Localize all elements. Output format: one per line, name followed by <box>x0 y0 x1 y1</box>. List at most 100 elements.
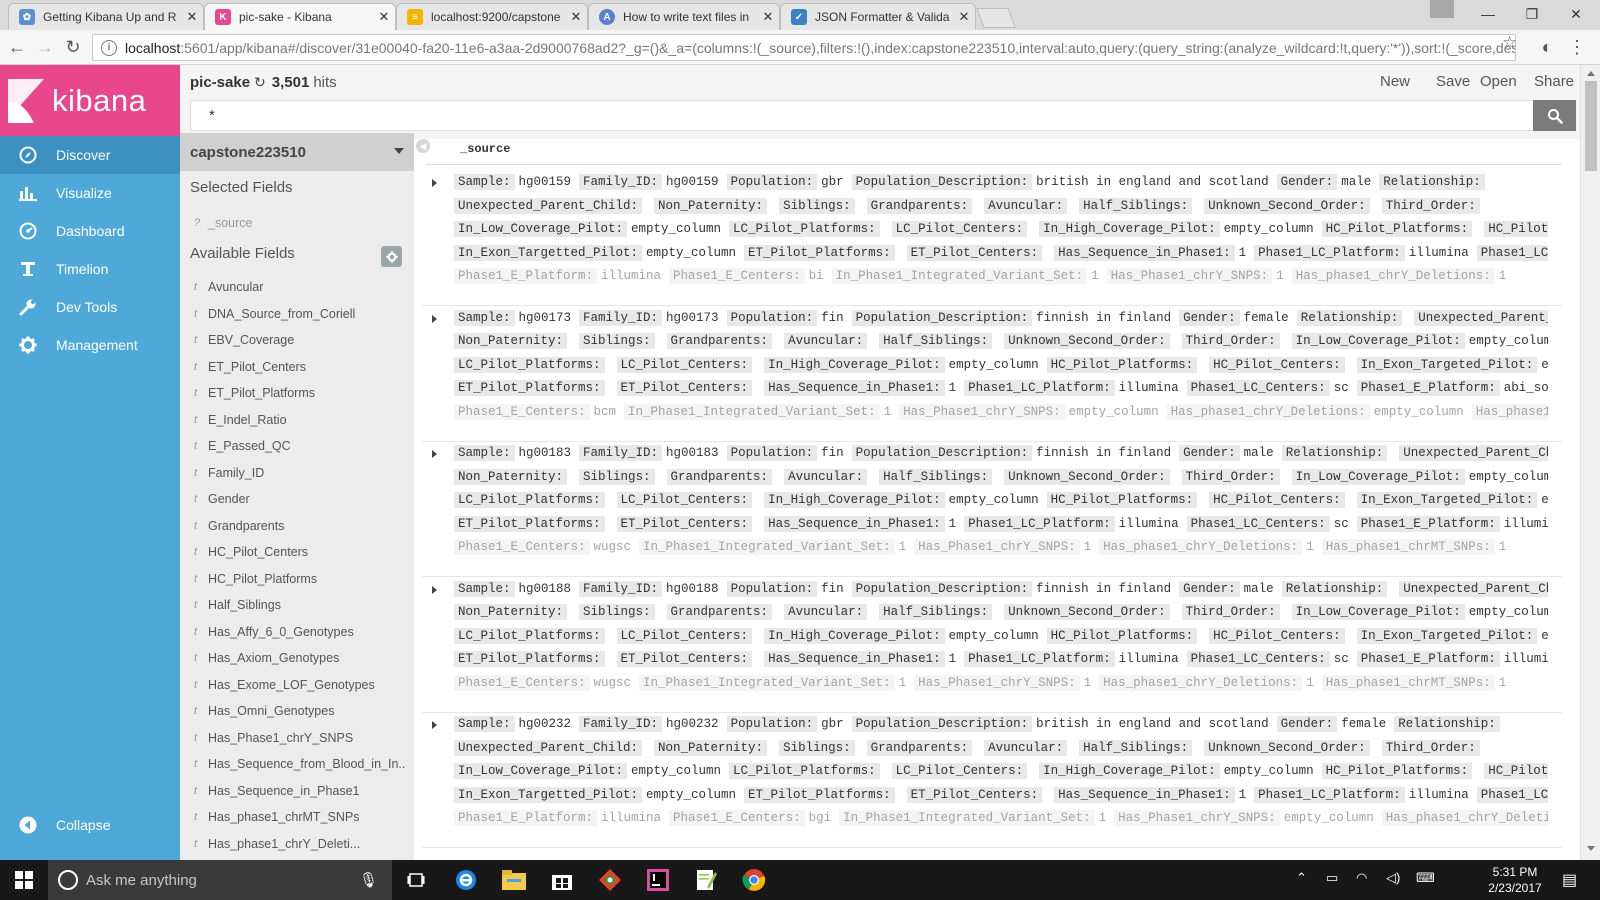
new-button[interactable]: New <box>1380 73 1410 90</box>
save-button[interactable]: Save <box>1436 73 1470 90</box>
field-key: Grandparents: <box>666 604 773 620</box>
browser-tab-json-formatter[interactable]: ✓ JSON Formatter & Valida ✕ <box>780 3 976 30</box>
menu-icon[interactable]: ⋮ <box>1566 36 1588 58</box>
extension-icon[interactable]: ◐ <box>1536 36 1558 58</box>
chrome-icon[interactable] <box>734 864 774 896</box>
field-item[interactable]: t Has_Omni_Genotypes <box>194 698 406 724</box>
field-settings-button[interactable] <box>381 246 402 267</box>
field-key: HC_Pilot_Centers: <box>1209 356 1345 373</box>
chevron-down-icon[interactable] <box>394 148 404 154</box>
field-item[interactable]: t Has_Sequence_in_Phase1 <box>194 778 406 804</box>
expand-row-icon[interactable] <box>432 314 437 323</box>
profile-icon[interactable] <box>1430 0 1454 18</box>
field-item[interactable]: t Family_ID <box>194 460 406 486</box>
field-item[interactable]: t E_Indel_Ratio <box>194 407 406 433</box>
field-item[interactable]: t Has_Phase1_chrY_SNPS <box>194 725 406 751</box>
nav-dashboard[interactable]: Dashboard <box>0 212 180 250</box>
expand-row-icon[interactable] <box>432 721 437 729</box>
microphone-icon[interactable]: 🎙 <box>359 871 378 889</box>
browser-tab-kibana[interactable]: K pic-sake - Kibana ✕ <box>204 3 396 30</box>
intellij-icon[interactable] <box>638 864 678 896</box>
edge-icon[interactable] <box>446 864 486 896</box>
keyboard-icon[interactable]: ⌨ <box>1416 870 1435 886</box>
open-button[interactable]: Open <box>1480 73 1517 90</box>
back-icon[interactable]: ← <box>6 36 28 58</box>
close-window-icon[interactable]: ✕ <box>1554 0 1598 28</box>
minimize-icon[interactable]: — <box>1466 0 1510 28</box>
kibana-sidebar: kibana Discover Visualize Dashboard Time… <box>0 65 180 860</box>
browser-tab-localhost[interactable]: ≡ localhost:9200/capstone ✕ <box>396 3 588 30</box>
expand-row-icon[interactable] <box>432 450 437 458</box>
scrollbar-thumb[interactable] <box>1585 81 1597 171</box>
field-item[interactable]: t E_Passed_QC <box>194 433 406 459</box>
close-tab-icon[interactable]: ✕ <box>373 9 395 25</box>
page-scrollbar[interactable] <box>1580 65 1600 860</box>
field-item[interactable]: t Has_Axiom_Genotypes <box>194 645 406 671</box>
store-icon[interactable] <box>542 864 582 896</box>
field-item[interactable]: t HC_Pilot_Platforms <box>194 566 406 592</box>
nav-timelion[interactable]: Timelion <box>0 250 180 288</box>
field-item[interactable]: t Half_Siblings <box>194 592 406 618</box>
scroll-down-icon[interactable] <box>1587 846 1595 851</box>
kibana-logo[interactable]: kibana <box>0 65 180 136</box>
close-tab-icon[interactable]: ✕ <box>565 9 587 25</box>
available-fields-heading: Available Fields <box>190 245 295 262</box>
share-button[interactable]: Share <box>1534 73 1574 90</box>
nav-discover[interactable]: Discover <box>0 136 180 174</box>
field-item[interactable]: t DNA_Source_from_Coriell <box>194 301 406 327</box>
browser-tab-write-text-files[interactable]: A How to write text files in ✕ <box>588 3 780 30</box>
task-view-icon[interactable] <box>396 864 436 896</box>
battery-icon[interactable]: ▭ <box>1326 870 1338 886</box>
search-button[interactable] <box>1533 100 1576 131</box>
browser-tab-getting-kibana[interactable]: ✿ Getting Kibana Up and R ✕ <box>8 3 204 30</box>
reload-icon[interactable]: ↻ <box>62 36 84 58</box>
field-item[interactable]: t Has_Exome_LOF_Genotypes <box>194 672 406 698</box>
address-bar[interactable]: i localhost:5601/app/kibana#/discover/31… <box>92 34 1516 61</box>
collapse-button[interactable]: Collapse <box>0 809 180 841</box>
tray-chevron-up-icon[interactable]: ⌃ <box>1296 870 1307 886</box>
notepad-plus-icon[interactable] <box>686 864 726 896</box>
system-clock[interactable]: 5:31 PM 2/23/2017 <box>1476 864 1554 896</box>
file-explorer-icon[interactable] <box>494 864 534 896</box>
git-kraken-icon[interactable] <box>590 864 630 896</box>
field-value: hg00173 <box>518 310 572 325</box>
field-item[interactable]: t Has_Affy_6_0_Genotypes <box>194 619 406 645</box>
index-pattern-selector[interactable]: capstone223510 <box>180 133 414 171</box>
restore-icon[interactable]: ❐ <box>1510 0 1554 28</box>
field-item[interactable]: t ET_Pilot_Centers <box>194 354 406 380</box>
info-icon[interactable]: i <box>101 39 117 56</box>
scroll-up-icon[interactable] <box>1587 71 1595 76</box>
field-item[interactable]: t EBV_Coverage <box>194 327 406 353</box>
selected-field-item[interactable]: ? _source <box>194 210 406 236</box>
start-button[interactable] <box>0 860 48 900</box>
cortana-search-box[interactable]: Ask me anything 🎙 <box>48 860 392 900</box>
source-line: LC_Pilot_Platforms: LC_Pilot_Centers: In_H… <box>454 489 1548 513</box>
field-item[interactable]: t HC_Pilot_Centers <box>194 539 406 565</box>
nav-dev-tools[interactable]: Dev Tools <box>0 288 180 326</box>
new-tab-button[interactable] <box>976 8 1016 28</box>
refresh-icon[interactable]: ↻ <box>254 74 266 91</box>
nav-management[interactable]: Management <box>0 326 180 364</box>
forward-icon[interactable]: → <box>34 36 56 58</box>
bookmark-star-icon[interactable]: ☆ <box>1502 33 1517 53</box>
field-item[interactable]: t Has_Sequence_from_Blood_in_In... <box>194 751 406 777</box>
nav-visualize[interactable]: Visualize <box>0 174 180 212</box>
field-item[interactable]: t Grandparents <box>194 513 406 539</box>
field-item[interactable]: t Has_phase1_chrMT_SNPs <box>194 804 406 830</box>
column-header-source[interactable]: _source <box>460 142 510 156</box>
close-tab-icon[interactable]: ✕ <box>181 9 203 25</box>
close-tab-icon[interactable]: ✕ <box>757 9 779 25</box>
close-tab-icon[interactable]: ✕ <box>953 9 975 25</box>
expand-row-icon[interactable] <box>432 585 437 594</box>
clock-time: 5:31 PM <box>1492 865 1538 879</box>
expand-row-icon[interactable] <box>432 179 437 187</box>
query-input[interactable]: * <box>190 100 1534 131</box>
volume-icon[interactable]: ◁) <box>1386 870 1400 886</box>
field-item[interactable]: t Gender <box>194 486 406 512</box>
field-item[interactable]: t Has_phase1_chrY_Deleti... <box>194 831 406 857</box>
field-item[interactable]: t Avuncular <box>194 274 406 300</box>
field-item[interactable]: t ET_Pilot_Platforms <box>194 380 406 406</box>
wifi-icon[interactable]: ◠ <box>1356 870 1367 886</box>
collapse-sidebar-icon[interactable]: ◀ <box>416 139 430 153</box>
action-center-icon[interactable]: ▤ <box>1562 870 1577 890</box>
